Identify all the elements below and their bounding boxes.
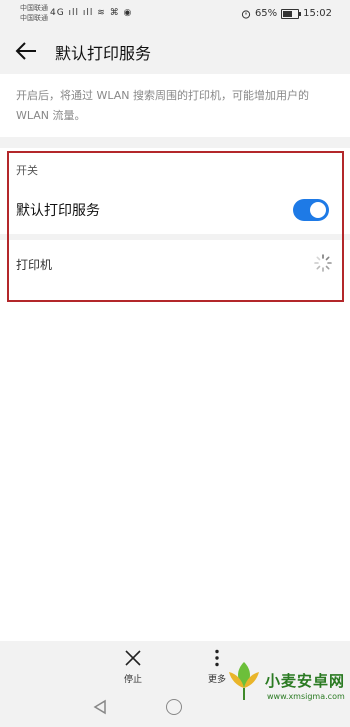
back-arrow-icon[interactable] (14, 40, 38, 62)
stop-button[interactable]: 停止 (113, 649, 153, 685)
page-title: 默认打印服务 (55, 44, 152, 63)
more-vertical-icon (215, 649, 219, 667)
nav-home-icon[interactable] (166, 699, 182, 715)
status-right: 65% 15:02 (241, 8, 332, 19)
battery-percent: 65% (254, 8, 278, 19)
app-bar: 默认打印服务 (0, 28, 350, 74)
carrier-1: 中国联通 (20, 4, 48, 12)
stop-label: 停止 (123, 675, 142, 685)
section-divider (0, 137, 350, 148)
network-signal-icons: 4G ıll ıll ≋ ⌘ ◉ (50, 8, 133, 18)
battery-icon (281, 8, 302, 19)
status-bar: 中国联通 中国联通 4G ıll ıll ≋ ⌘ ◉ 65% 15:02 (0, 0, 350, 28)
clock-time: 15:02 (303, 8, 332, 19)
watermark-logo-icon (229, 662, 259, 700)
carrier-2: 中国联通 (20, 14, 48, 22)
feature-description: 开启后，将通过 WLAN 搜索周围的打印机，可能增加用户的 WLAN 流量。 (16, 89, 310, 122)
alarm-icon (241, 9, 251, 19)
carrier-labels: 中国联通 中国联通 (20, 3, 48, 23)
close-icon (125, 650, 141, 666)
watermark-url: www.xmsigma.com (267, 692, 345, 701)
site-watermark: 小麦安卓网 www.xmsigma.com (225, 652, 349, 722)
watermark-title: 小麦安卓网 (265, 672, 346, 690)
nav-back-icon[interactable] (92, 699, 108, 715)
highlight-annotation-box (7, 151, 344, 302)
